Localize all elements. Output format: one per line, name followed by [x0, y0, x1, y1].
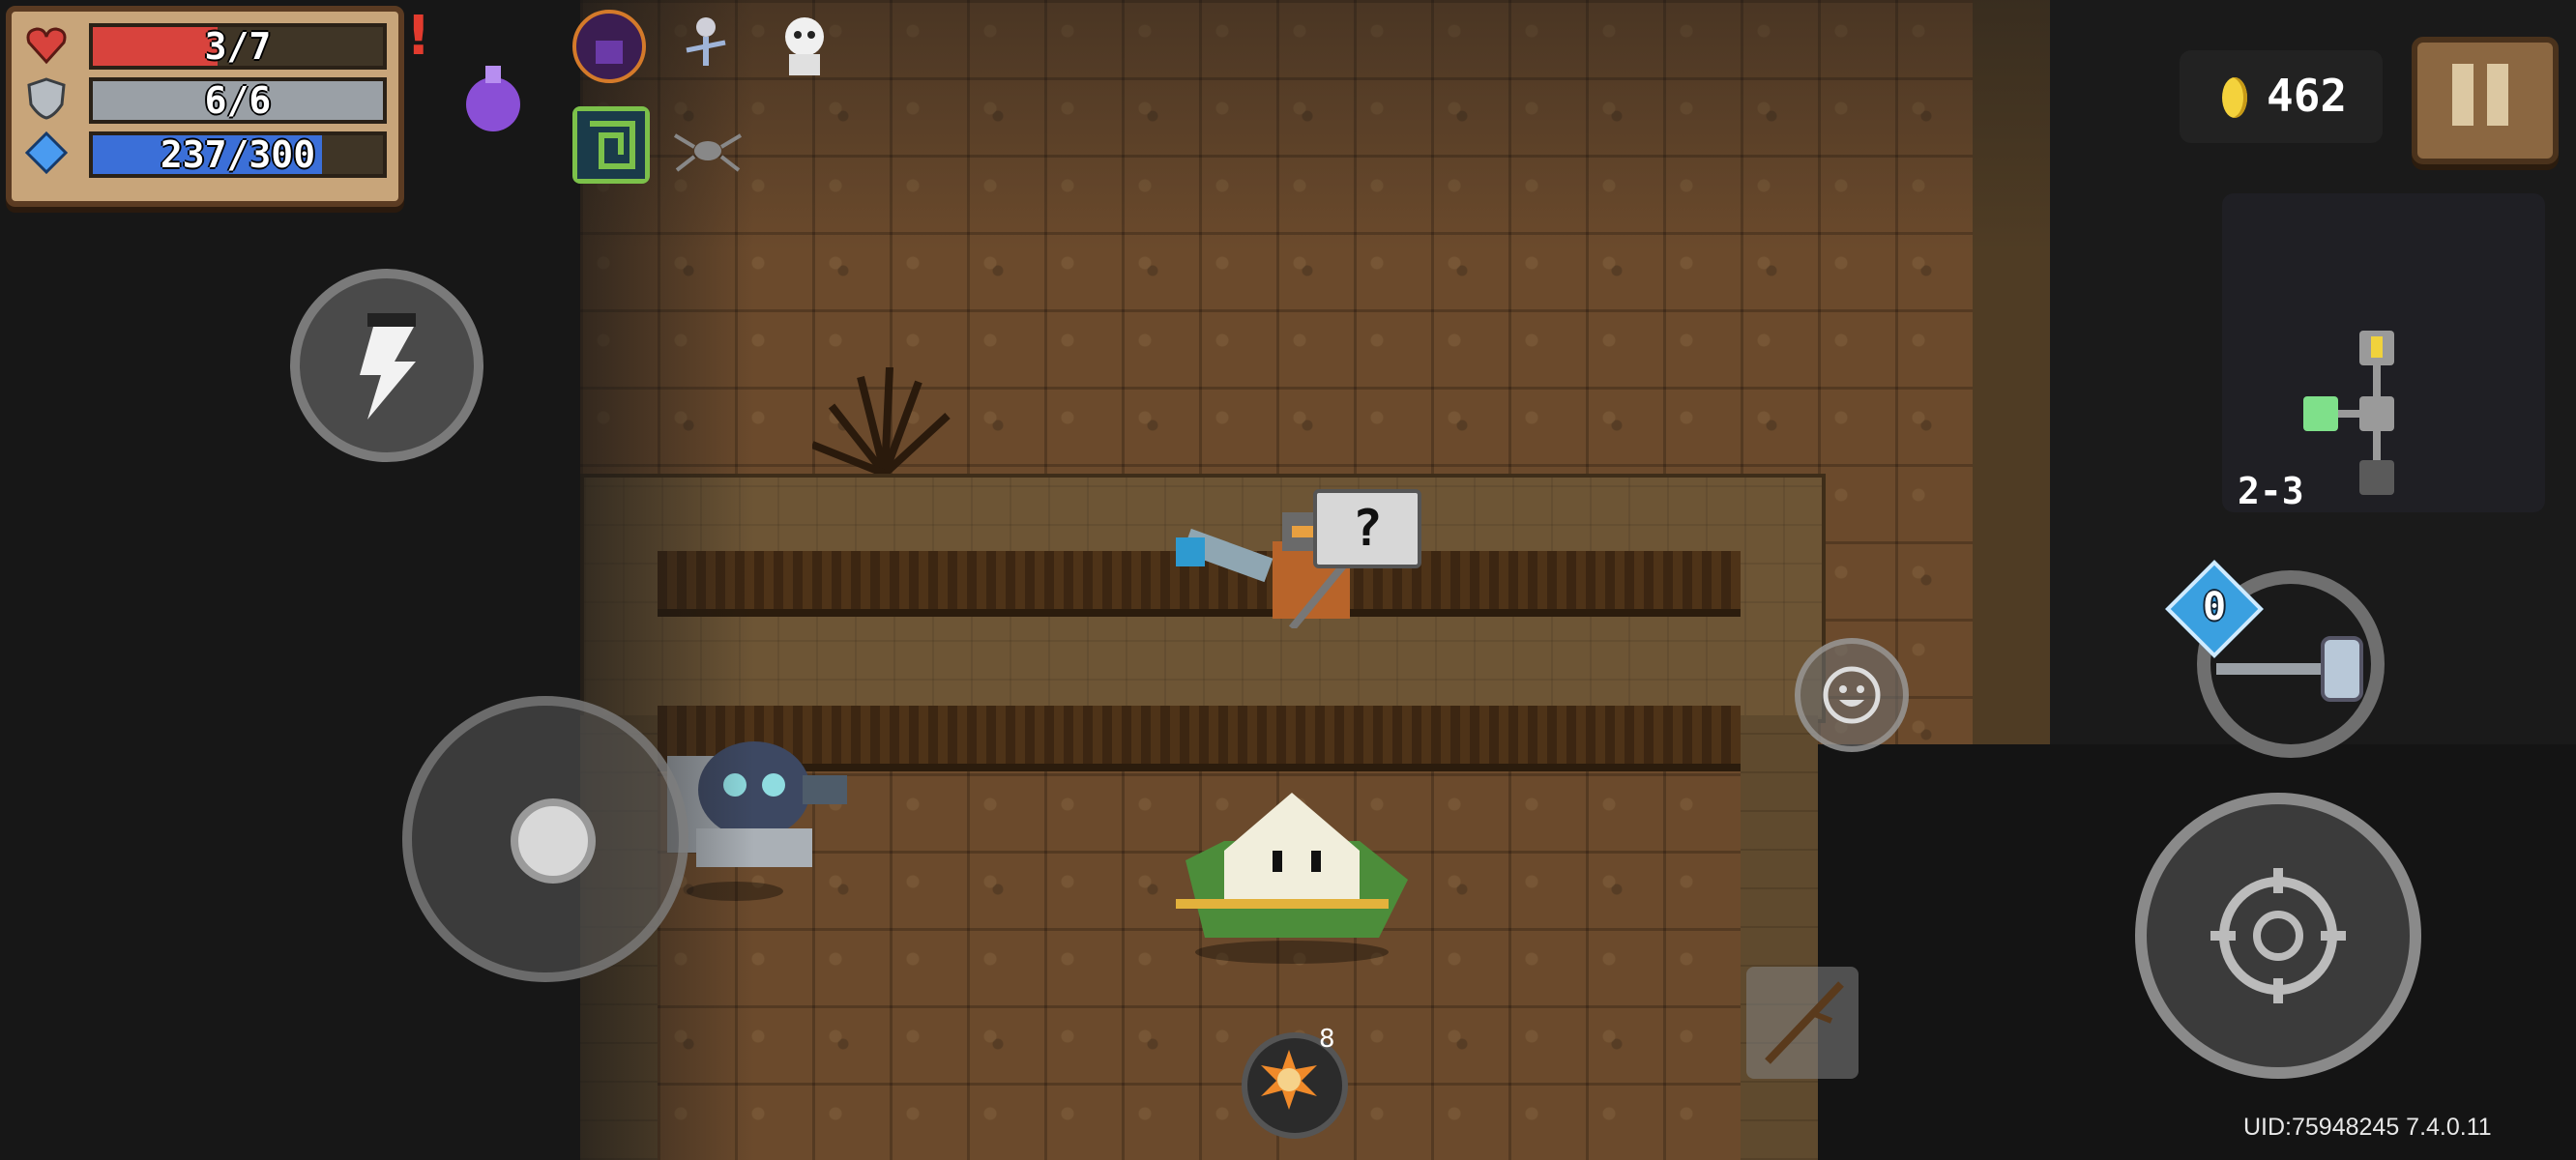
dancer-buff-icon [686, 17, 726, 66]
fist-burst-icon [1261, 1050, 1317, 1110]
energy-bar: 237/300 [89, 131, 387, 178]
level-indicator: 2-3 [2238, 470, 2304, 512]
lower-room-wall-right [1741, 715, 1818, 1160]
energy-gem-icon [25, 131, 68, 174]
crosshair-icon [2210, 868, 2346, 1003]
coin-icon [2222, 77, 2247, 118]
minimap-room [2359, 396, 2394, 431]
armor-row: 6/6 [25, 73, 387, 124]
energy-text: 237/300 [160, 133, 316, 176]
movement-joystick[interactable] [402, 696, 688, 982]
health-row: 3/7 [25, 19, 387, 70]
alert-indicator[interactable]: ! [406, 10, 431, 64]
minimap-room-unexplored [2359, 460, 2394, 495]
pause-icon-right [2487, 64, 2508, 126]
minimap[interactable]: 2-3 [2222, 193, 2545, 512]
maze-buff-icon [572, 106, 650, 184]
shield-icon [27, 77, 66, 120]
skill-button[interactable] [290, 269, 483, 462]
attack-button[interactable] [2135, 793, 2421, 1079]
armor-bar: 6/6 [89, 77, 387, 124]
pause-button[interactable] [2412, 37, 2559, 164]
status-panel: 3/7 6/6 237/300 [6, 6, 404, 207]
coin-amount: 462 [2267, 70, 2348, 122]
minimap-corridor [2373, 431, 2381, 460]
emote-button[interactable] [1795, 638, 1909, 752]
ability-count: 8 [1319, 1025, 1335, 1054]
health-bar: 3/7 [89, 23, 387, 70]
demon-helmet-icon [572, 10, 646, 83]
smile-icon [1823, 666, 1881, 724]
armor-text: 6/6 [204, 79, 272, 122]
room-wall-right [1973, 0, 2050, 744]
lightning-icon [360, 313, 416, 420]
minimap-room-start [2303, 396, 2338, 431]
minimap-corridor [2338, 410, 2359, 418]
staff-icon [1765, 981, 1844, 1064]
coin-counter: 462 [2180, 50, 2383, 143]
ground-weapon-pickup[interactable] [1746, 967, 1859, 1079]
player-hero [1176, 793, 1408, 964]
energy-cost-value: 0 [2202, 585, 2227, 629]
dead-bush [812, 367, 951, 474]
heart-icon [26, 27, 67, 65]
question-bubble: ? [1313, 489, 1421, 568]
minimap-alert-icon [2371, 336, 2383, 358]
health-text: 3/7 [204, 25, 272, 68]
energy-row: 237/300 [25, 128, 387, 178]
skeleton-buff-icon [785, 17, 824, 75]
joystick-knob[interactable] [511, 798, 596, 884]
spider-buff-icon [673, 133, 743, 172]
minimap-corridor [2373, 365, 2381, 396]
uid-label: UID:75948245 7.4.0.11 [2243, 1114, 2492, 1141]
pause-icon-left [2452, 64, 2474, 126]
purple-potion-icon [466, 66, 520, 131]
